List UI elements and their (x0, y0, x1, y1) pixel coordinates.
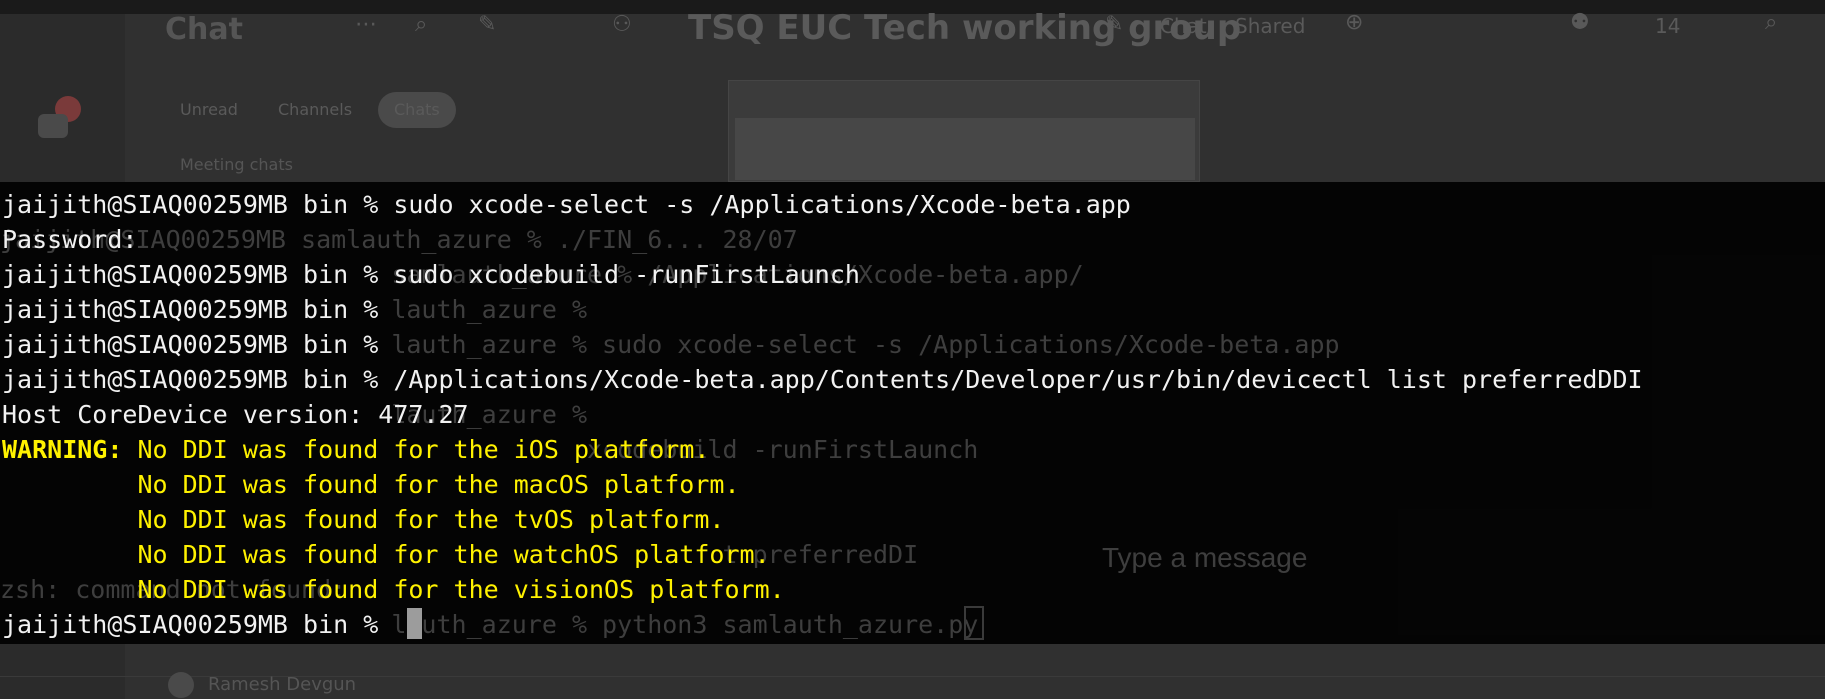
terminal-line: No DDI was found for the watchOS platfor… (2, 537, 1643, 572)
search-icon-right[interactable]: ⌕ (1765, 10, 1777, 35)
terminal-output[interactable]: jaijith@SIAQ00259MB bin % sudo xcode-sel… (2, 187, 1643, 642)
terminal-line: jaijith@SIAQ00259MB bin % sudo xcode-sel… (2, 187, 1643, 222)
more-icon[interactable]: ⋯ (355, 12, 377, 37)
add-tab-icon[interactable]: ⊕ (1345, 10, 1363, 35)
filter-chats[interactable]: Chats (394, 100, 440, 119)
footer-contact-name[interactable]: Ramesh Devgun (208, 674, 356, 695)
terminal-line: Password: (2, 222, 1643, 257)
warning-text: No DDI was found for the visionOS platfo… (2, 575, 785, 604)
warning-text: No DDI was found for the tvOS platform. (2, 505, 725, 534)
line-text: jaijith@SIAQ00259MB bin % (2, 610, 394, 639)
conversation-title: TSQ EUC Tech working group (688, 8, 1242, 48)
terminal-line: No DDI was found for the tvOS platform. (2, 502, 1643, 537)
terminal-line: No DDI was found for the visionOS platfo… (2, 572, 1643, 607)
terminal-window[interactable]: jaijith@SIAQ00259MB samlauth_azure % ./F… (0, 182, 1825, 644)
terminal-cursor[interactable] (407, 608, 423, 639)
people-icon[interactable]: ⚉ (1570, 10, 1590, 35)
terminal-line: jaijith@SIAQ00259MB bin % /Applications/… (2, 362, 1643, 397)
terminal-line: WARNING: No DDI was found for the iOS pl… (2, 432, 1643, 467)
warning-text: No DDI was found for the iOS platform. (122, 435, 710, 464)
warning-text: No DDI was found for the watchOS platfor… (2, 540, 770, 569)
chat-pane-title: Chat (165, 12, 243, 47)
message-preview-image (735, 118, 1195, 180)
line-text: jaijith@SIAQ00259MB bin % sudo xcode-sel… (2, 190, 1131, 219)
line-text: jaijith@SIAQ00259MB bin % sudo xcodebuil… (2, 260, 860, 289)
filter-unread[interactable]: Unread (180, 100, 238, 119)
line-text: Host CoreDevice version: 477.27 (2, 400, 469, 429)
edit-icon[interactable]: ✎ (1105, 12, 1123, 37)
terminal-line: Host CoreDevice version: 477.27 (2, 397, 1643, 432)
group-icon: ⚇ (612, 12, 632, 37)
terminal-line: jaijith@SIAQ00259MB bin % (2, 327, 1643, 362)
line-text: jaijith@SIAQ00259MB bin % /Applications/… (2, 365, 1643, 394)
chat-rail-icon[interactable] (38, 114, 68, 138)
section-label: Meeting chats (180, 155, 293, 174)
line-text: Password: (2, 225, 138, 254)
terminal-line: jaijith@SIAQ00259MB bin % (2, 292, 1643, 327)
filter-channels[interactable]: Channels (278, 100, 352, 119)
avatar (168, 672, 194, 698)
terminal-line: jaijith@SIAQ00259MB bin % (2, 607, 1643, 642)
tab-shared[interactable]: Shared (1235, 14, 1305, 38)
terminal-line: No DDI was found for the macOS platform. (2, 467, 1643, 502)
line-text: jaijith@SIAQ00259MB bin % (2, 295, 379, 324)
tab-chat[interactable]: Chat (1160, 14, 1207, 38)
search-icon[interactable]: ⌕ (415, 12, 427, 37)
line-text: jaijith@SIAQ00259MB bin % (2, 330, 379, 359)
warning-label: WARNING: (2, 435, 123, 464)
participant-count: 14 (1655, 14, 1681, 38)
terminal-line: jaijith@SIAQ00259MB bin % sudo xcodebuil… (2, 257, 1643, 292)
compose-icon[interactable]: ✎ (478, 12, 496, 37)
warning-text: No DDI was found for the macOS platform. (2, 470, 740, 499)
